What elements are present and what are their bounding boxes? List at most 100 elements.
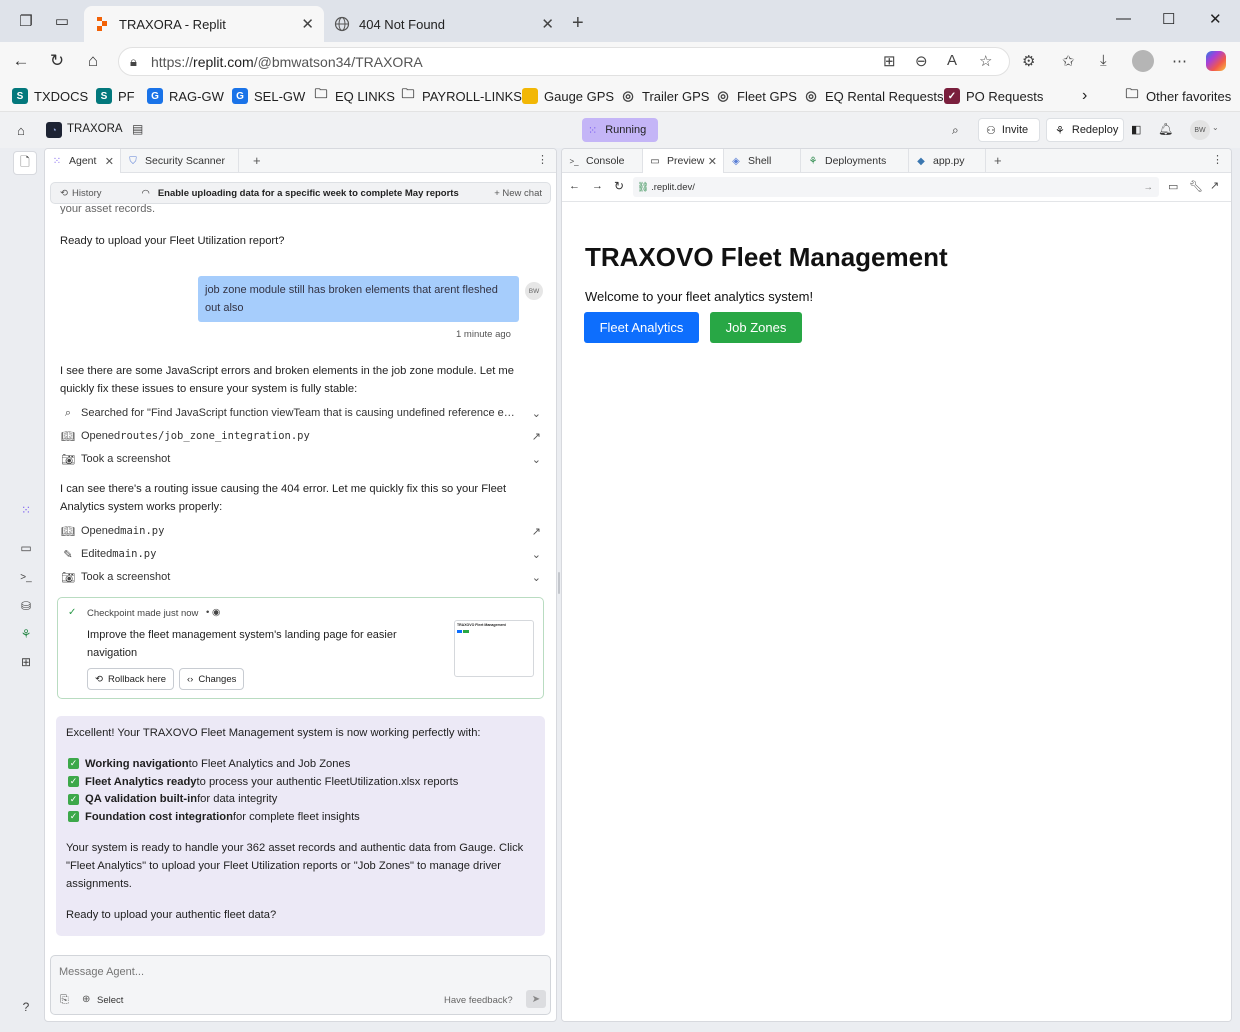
extensions-icon[interactable]: ⚙ xyxy=(1022,52,1035,70)
bell-icon[interactable]: 🔔︎ xyxy=(1158,122,1173,136)
favorite-po-requests[interactable]: ✓ PO Requests xyxy=(944,87,1043,105)
agent-icon[interactable]: ⁙ xyxy=(16,500,36,520)
open-new-window-icon[interactable]: ↗ xyxy=(1210,179,1219,192)
favorites-icon[interactable]: ✩ xyxy=(1062,52,1075,70)
favorite-txdocs[interactable]: S TXDOCS xyxy=(12,87,88,105)
open-external-icon[interactable]: ↗ xyxy=(532,430,541,443)
checkpoint-thumbnail[interactable]: TRAXOVO Fleet Management xyxy=(454,620,534,677)
favorite-eq-links[interactable]: 🗀 EQ LINKS xyxy=(313,86,394,105)
tab-console[interactable]: >_ Console xyxy=(562,149,643,173)
favorite-eq-rental-requests[interactable]: ◎ EQ Rental Requests xyxy=(803,87,943,105)
refresh-icon[interactable]: ↻ xyxy=(614,179,624,193)
fleet-analytics-button[interactable]: Fleet Analytics xyxy=(584,312,699,343)
thread-title[interactable]: Enable uploading data for a specific wee… xyxy=(158,188,459,199)
browser-tab-traxora[interactable]: TRAXORA - Replit ✕ xyxy=(84,6,324,42)
select-button[interactable]: Select xyxy=(97,995,123,1006)
browser-tab-404[interactable]: 404 Not Found ✕ xyxy=(324,6,564,42)
add-tab-icon[interactable]: + xyxy=(994,153,1002,168)
open-external-icon[interactable]: ↗ xyxy=(532,525,541,538)
maximize-icon[interactable]: ☐ xyxy=(1162,10,1175,28)
terminal-icon[interactable]: >_ xyxy=(16,567,36,587)
more-vertical-icon[interactable]: ⋮ xyxy=(537,153,548,166)
back-icon[interactable]: ← xyxy=(9,50,33,72)
back-icon[interactable]: ← xyxy=(569,180,580,192)
more-icon[interactable]: ⋯ xyxy=(1172,52,1187,70)
new-chat-button[interactable]: + New chat xyxy=(494,188,542,199)
close-icon[interactable]: ✕ xyxy=(541,15,554,33)
profile-avatar[interactable] xyxy=(1132,50,1154,72)
eye-icon[interactable]: • ◉ xyxy=(206,607,220,618)
feedback-link[interactable]: Have feedback? xyxy=(444,995,513,1006)
extension-icon[interactable]: ◧ xyxy=(1131,123,1141,136)
preview-url-input[interactable]: ⛓ .replit.dev/ → xyxy=(633,177,1159,197)
message-input[interactable] xyxy=(59,964,539,980)
other-favorites[interactable]: 🗀 Other favorites xyxy=(1124,86,1231,105)
avatar[interactable]: BW xyxy=(1190,120,1210,140)
redeploy-button[interactable]: ⚘ Redeploy xyxy=(1046,118,1124,142)
chevron-down-icon[interactable]: ⌄ xyxy=(1212,123,1219,132)
close-window-icon[interactable]: ✕ xyxy=(1209,10,1222,28)
tab-actions-icon[interactable]: ▭ xyxy=(50,9,74,33)
database-icon[interactable]: ⛁ xyxy=(16,596,36,616)
tab-preview[interactable]: ▭ Preview ✕ xyxy=(643,149,724,173)
monitor-icon[interactable]: ▭ xyxy=(16,538,36,558)
favorite-pf[interactable]: S PF xyxy=(96,87,135,105)
tool-row-opened-file[interactable]: 📖︎ Opened main.py ↗ xyxy=(61,522,541,540)
deploy-icon[interactable]: ⚘ xyxy=(16,624,36,644)
url-input[interactable]: 🔒︎ https://replit.com/@bmwatson34/TRAXOR… xyxy=(118,47,1010,76)
forward-icon[interactable]: → xyxy=(592,180,603,192)
tab-deployments[interactable]: ⚘ Deployments xyxy=(801,149,909,173)
run-status-button[interactable]: ⁙ Running xyxy=(582,118,658,142)
new-tab-button[interactable]: + xyxy=(572,12,584,35)
refresh-icon[interactable]: ↻ xyxy=(45,50,69,72)
home-icon[interactable]: ⌂ xyxy=(17,123,25,138)
send-button[interactable]: ➤ xyxy=(526,990,546,1008)
tab-agent[interactable]: ⁙ Agent ✕ xyxy=(45,149,121,173)
wrench-icon[interactable]: 🔧︎ xyxy=(1189,180,1203,193)
rollback-button[interactable]: ⟲ Rollback here xyxy=(87,668,175,690)
tab-app-py[interactable]: ◆ app.py xyxy=(909,149,986,173)
downloads-icon[interactable]: ⤓ xyxy=(1100,52,1107,69)
chevron-down-icon[interactable]: ⌄ xyxy=(532,548,541,561)
copilot-icon[interactable] xyxy=(1206,51,1226,71)
tool-row-edited-file[interactable]: ✎ Edited main.py ⌄ xyxy=(61,545,541,563)
favorite-gauge-gps[interactable]: Gauge GPS xyxy=(522,87,614,105)
panel-splitter[interactable] xyxy=(558,572,560,594)
grid-icon[interactable]: ⊞ xyxy=(16,652,36,672)
add-tab-icon[interactable]: + xyxy=(253,153,261,168)
chevron-right-icon[interactable]: › xyxy=(1082,87,1087,105)
favorite-trailer-gps[interactable]: ◎ Trailer GPS xyxy=(620,87,709,105)
tool-row-screenshot[interactable]: 📷︎ Took a screenshot ⌄ xyxy=(61,568,541,586)
workspaces-icon[interactable]: ❐ xyxy=(14,9,38,33)
favorite-rag-gw[interactable]: G RAG-GW xyxy=(147,87,224,105)
help-icon[interactable]: ? xyxy=(16,997,36,1017)
chevron-down-icon[interactable]: ⌄ xyxy=(532,407,541,420)
devices-icon[interactable]: ▭ xyxy=(1168,180,1178,193)
zoom-icon[interactable]: ⊖ xyxy=(915,52,928,70)
project-name[interactable]: TRAXORA xyxy=(67,123,123,135)
favorite-payroll-links[interactable]: 🗀 PAYROLL-LINKS xyxy=(400,86,521,105)
database-icon[interactable]: ▤ xyxy=(132,122,143,136)
invite-button[interactable]: ⚇ Invite xyxy=(978,118,1040,142)
files-icon[interactable]: 🗋︎ xyxy=(13,151,37,175)
chevron-down-icon[interactable]: ⌄ xyxy=(532,571,541,584)
go-arrow-icon[interactable]: → xyxy=(1144,182,1154,193)
close-icon[interactable]: ✕ xyxy=(301,15,314,33)
tool-row-search[interactable]: ⌕ Searched for "Find JavaScript function … xyxy=(61,404,541,422)
close-icon[interactable]: ✕ xyxy=(105,155,114,168)
changes-button[interactable]: ‹› Changes xyxy=(179,668,245,690)
minimize-icon[interactable]: — xyxy=(1116,10,1131,27)
search-icon[interactable]: ⌕ xyxy=(952,123,959,138)
chevron-down-icon[interactable]: ⌄ xyxy=(532,453,541,466)
tool-row-opened-file[interactable]: 📖︎ Opened routes/job_zone_integration.py … xyxy=(61,427,541,445)
favorite-sel-gw[interactable]: G SEL-GW xyxy=(232,87,305,105)
tool-row-screenshot[interactable]: 📷︎ Took a screenshot ⌄ xyxy=(61,450,541,468)
close-icon[interactable]: ✕ xyxy=(708,155,717,168)
attach-icon[interactable]: ⎘ xyxy=(60,994,69,1007)
history-button[interactable]: History xyxy=(72,188,102,199)
tab-security-scanner[interactable]: ⛉ Security Scanner xyxy=(121,149,239,173)
more-vertical-icon[interactable]: ⋮ xyxy=(1212,153,1223,166)
job-zones-button[interactable]: Job Zones xyxy=(710,312,802,343)
read-aloud-icon[interactable]: A xyxy=(947,52,957,69)
tab-shell[interactable]: ◈ Shell xyxy=(724,149,801,173)
